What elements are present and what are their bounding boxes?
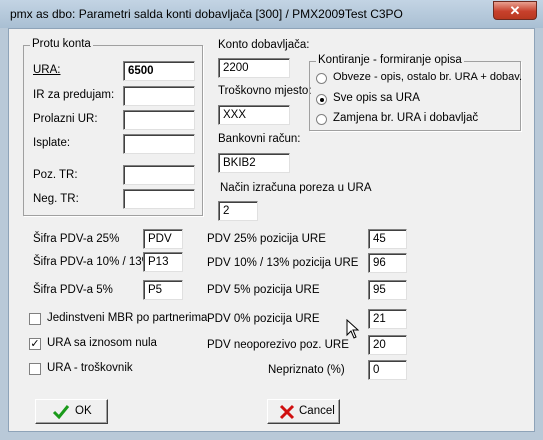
pdv5-pozicija-input[interactable]: 95 [368,280,407,300]
sifra-pdv25-input[interactable]: PDV [143,229,183,249]
ir-predujam-label: IR za predujam: [33,89,115,101]
poz-tr-label: Poz. TR: [33,169,78,181]
prolazni-ur-input[interactable] [123,110,195,130]
ura-iznos-nula-checkbox[interactable]: ✓ [29,338,41,350]
ir-predujam-input[interactable] [123,86,195,106]
check-mark-icon: ✓ [30,338,40,350]
isplate-input[interactable] [123,134,195,154]
neg-tr-input[interactable] [123,189,195,209]
cancel-button-label: Cancel [299,405,335,417]
nepriznato-label: Nepriznato (%) [268,364,345,376]
sifra-pdv10-input[interactable]: P13 [143,252,183,272]
poz-tr-input[interactable] [123,165,195,185]
ura-label: URA: [33,64,61,76]
kontiranje-title: Kontiranje - formiranje opisa [316,54,464,66]
ura-input[interactable]: 6500 [123,61,195,81]
troskovno-mjesto-input[interactable]: XXX [218,105,290,125]
kontiranje-radio-2[interactable] [316,114,327,125]
troskovno-mjesto-label: Troškovno mjesto: [218,85,312,97]
sifra-pdv25-label: Šifra PDV-a 25% [33,233,120,245]
ura-iznos-nula-label[interactable]: URA sa iznosom nula [47,337,157,349]
kontiranje-option-0[interactable]: Obveze - opis, ostalo br. URA + dobav. [333,71,522,83]
bankovni-racun-label: Bankovni račun: [218,133,301,145]
protu-konta-title: Protu konta [30,38,93,50]
check-icon [52,405,70,420]
sifra-pdv5-input[interactable]: P5 [143,280,183,300]
ok-button-label: OK [75,405,92,417]
kontiranje-option-2[interactable]: Zamjena br. URA i dobavljač [333,112,478,124]
jedinstveni-mbr-checkbox[interactable] [29,313,41,325]
nepriznato-input[interactable]: 0 [368,360,407,380]
ura-troskovnik-label[interactable]: URA - troškovnik [47,362,133,374]
ok-button[interactable]: OK [35,399,108,424]
pdv0-pozicija-label: PDV 0% pozicija URE [207,313,320,325]
konto-dobavljaca-input[interactable]: 2200 [218,58,290,78]
nacin-izracuna-input[interactable]: 2 [218,201,258,221]
cancel-button[interactable]: Cancel [267,399,340,424]
window-title: pmx as dbo: Parametri salda konti dobavl… [10,7,403,21]
pdv25-pozicija-label: PDV 25% pozicija URE [207,233,326,245]
dialog-window: pmx as dbo: Parametri salda konti dobavl… [0,0,543,440]
close-button[interactable]: ✕ [493,1,537,20]
title-bar[interactable]: pmx as dbo: Parametri salda konti dobavl… [0,0,543,28]
bankovni-racun-input[interactable]: BKIB2 [218,153,290,173]
x-icon [279,404,295,420]
kontiranje-radio-1[interactable] [316,94,327,105]
jedinstveni-mbr-label[interactable]: Jedinstveni MBR po partnerima [47,312,207,324]
neoporezivo-pozicija-label: PDV neoporezivo poz. URE [207,339,349,351]
prolazni-ur-label: Prolazni UR: [33,113,98,125]
nacin-izracuna-label: Način izračuna poreza u URA [220,182,372,194]
neoporezivo-pozicija-input[interactable]: 20 [368,335,407,355]
pdv10-pozicija-input[interactable]: 96 [368,253,407,273]
sifra-pdv10-label: Šifra PDV-a 10% / 13% [33,256,152,268]
neg-tr-label: Neg. TR: [33,193,79,205]
kontiranje-option-1[interactable]: Sve opis sa URA [333,92,420,104]
ura-troskovnik-checkbox[interactable] [29,363,41,375]
pdv0-pozicija-input[interactable]: 21 [368,309,407,329]
pdv10-pozicija-label: PDV 10% / 13% pozicija URE [207,257,359,269]
pdv5-pozicija-label: PDV 5% pozicija URE [207,284,320,296]
konto-dobavljaca-label: Konto dobavljača: [218,39,310,51]
sifra-pdv5-label: Šifra PDV-a 5% [33,284,113,296]
mouse-cursor-icon [346,319,360,339]
kontiranje-radio-0[interactable] [316,73,327,84]
isplate-label: Isplate: [33,137,71,149]
pdv25-pozicija-input[interactable]: 45 [368,229,407,249]
dialog-client: Protu konta URA: 6500 IR za predujam: Pr… [8,28,535,432]
